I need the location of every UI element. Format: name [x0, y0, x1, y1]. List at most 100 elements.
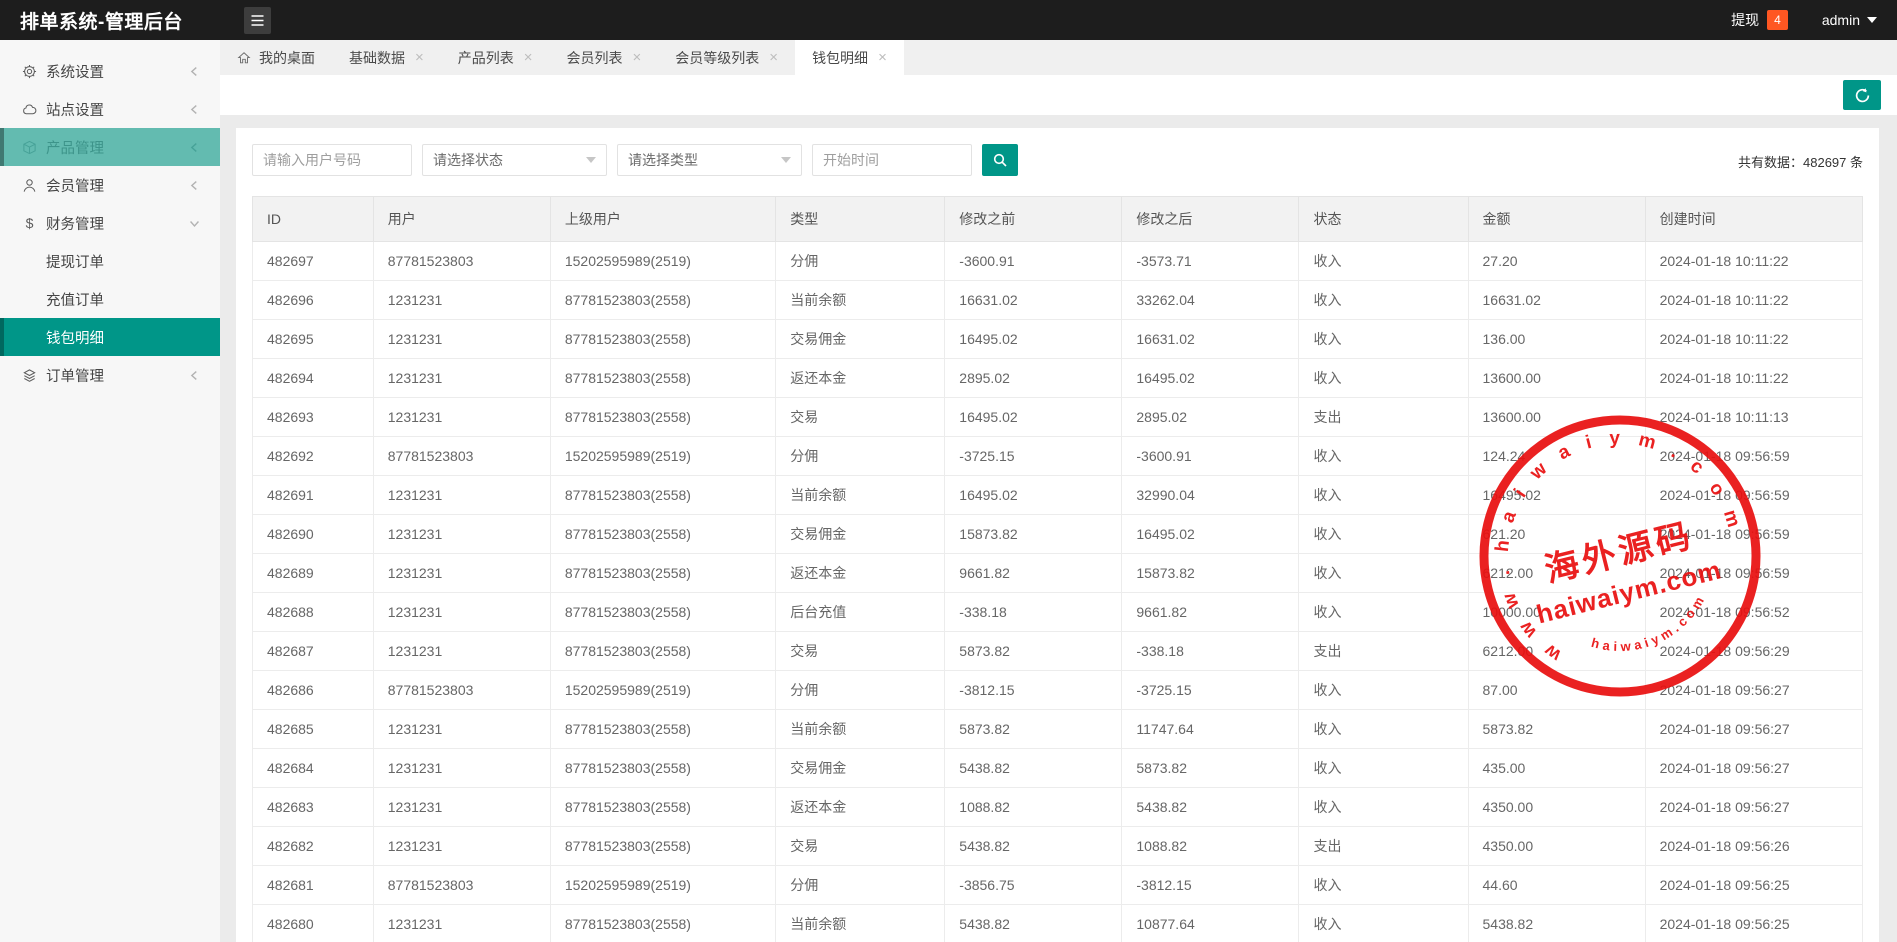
- table-cell: 2024-01-18 09:56:26: [1645, 827, 1862, 866]
- chevron-left-icon: [189, 66, 200, 77]
- table-cell: 2024-01-18 09:56:29: [1645, 632, 1862, 671]
- table-cell: 交易: [776, 398, 945, 437]
- table-cell: 87781523803(2558): [550, 593, 775, 632]
- column-header: 金额: [1468, 197, 1645, 242]
- username: admin: [1822, 12, 1860, 28]
- filter-bar: 请选择状态 请选择类型: [236, 128, 1879, 176]
- content-panel: 请选择状态 请选择类型 共有数据：482697 条 ID用户上级用户类型修改之前…: [236, 128, 1879, 942]
- tab-close-icon[interactable]: ×: [415, 50, 424, 65]
- type-select[interactable]: 请选择类型: [617, 144, 802, 176]
- table-row: 482682123123187781523803(2558)交易5438.821…: [253, 827, 1863, 866]
- table-cell: -3812.15: [945, 671, 1122, 710]
- table-cell: 分佣: [776, 242, 945, 281]
- table-cell: 1231231: [373, 320, 550, 359]
- tab-close-icon[interactable]: ×: [878, 50, 887, 65]
- tab-close-icon[interactable]: ×: [769, 50, 778, 65]
- table-cell: 10000.00: [1468, 593, 1645, 632]
- table-cell: 16495.02: [945, 320, 1122, 359]
- dollar-icon: $: [21, 216, 37, 231]
- sidebar-item-提现订单[interactable]: 提现订单: [0, 242, 220, 280]
- user-menu[interactable]: admin: [1822, 12, 1877, 28]
- table-cell: 13600.00: [1468, 398, 1645, 437]
- sidebar-item-产品管理[interactable]: 产品管理: [0, 128, 220, 166]
- refresh-button[interactable]: [1843, 80, 1881, 110]
- table-cell: 返还本金: [776, 554, 945, 593]
- table-cell: 16495.02: [1122, 359, 1299, 398]
- status-select[interactable]: 请选择状态: [422, 144, 607, 176]
- table-cell: 收入: [1299, 359, 1468, 398]
- hamburger-icon: [250, 14, 265, 27]
- table-cell: 2024-01-18 09:56:25: [1645, 866, 1862, 905]
- withdraw-menu[interactable]: 提现 4: [1731, 10, 1788, 30]
- table-cell: 2024-01-18 09:56:27: [1645, 749, 1862, 788]
- user-id-input[interactable]: [252, 144, 412, 176]
- tab[interactable]: 会员等级列表×: [658, 40, 795, 75]
- table-cell: 2024-01-18 09:56:27: [1645, 710, 1862, 749]
- record-count: 共有数据：482697 条: [1738, 152, 1863, 171]
- table-row: 482687123123187781523803(2558)交易5873.82-…: [253, 632, 1863, 671]
- table-cell: 87781523803(2558): [550, 632, 775, 671]
- table-cell: 当前余额: [776, 281, 945, 320]
- column-header: 状态: [1299, 197, 1468, 242]
- table-cell: 87781523803(2558): [550, 281, 775, 320]
- tab[interactable]: 会员列表×: [550, 40, 659, 75]
- table-row: 482691123123187781523803(2558)当前余额16495.…: [253, 476, 1863, 515]
- sidebar-collapse-button[interactable]: [244, 7, 271, 34]
- tab-close-icon[interactable]: ×: [524, 50, 533, 65]
- tab-label: 钱包明细: [812, 48, 868, 68]
- table-cell: 33262.04: [1122, 281, 1299, 320]
- sidebar-item-系统设置[interactable]: 系统设置: [0, 52, 220, 90]
- search-button[interactable]: [982, 144, 1018, 176]
- table-cell: 87781523803(2558): [550, 827, 775, 866]
- sidebar-item-站点设置[interactable]: 站点设置: [0, 90, 220, 128]
- topbar-right: 提现 4 admin: [1731, 10, 1897, 30]
- tab[interactable]: 我的桌面: [220, 40, 332, 75]
- tab[interactable]: 产品列表 ×: [441, 40, 550, 75]
- tab-label: 我的桌面: [259, 48, 315, 68]
- table-cell: 87781523803: [373, 437, 550, 476]
- table-cell: 482692: [253, 437, 374, 476]
- table-cell: 124.24: [1468, 437, 1645, 476]
- table-cell: 15202595989(2519): [550, 437, 775, 476]
- table-cell: 4350.00: [1468, 788, 1645, 827]
- start-time-input[interactable]: [812, 144, 972, 176]
- tab[interactable]: 基础数据×: [332, 40, 441, 75]
- table-cell: 收入: [1299, 749, 1468, 788]
- table-cell: 87781523803(2558): [550, 398, 775, 437]
- column-header: 上级用户: [550, 197, 775, 242]
- table-cell: 9661.82: [1122, 593, 1299, 632]
- table-cell: 2024-01-18 09:56:59: [1645, 476, 1862, 515]
- sidebar-item-订单管理[interactable]: 订单管理: [0, 356, 220, 394]
- table-cell: 87781523803(2558): [550, 749, 775, 788]
- table-cell: 2024-01-18 09:56:27: [1645, 671, 1862, 710]
- tab-label: 产品列表: [458, 48, 514, 68]
- sidebar-item-会员管理[interactable]: 会员管理: [0, 166, 220, 204]
- orders-icon: [21, 368, 37, 383]
- table-cell: -3812.15: [1122, 866, 1299, 905]
- top-bar: 排单系统-管理后台 提现 4 admin: [0, 0, 1897, 40]
- sidebar-item-钱包明细[interactable]: 钱包明细: [0, 318, 220, 356]
- table-cell: 87781523803: [373, 242, 550, 281]
- wallet-table: ID用户上级用户类型修改之前修改之后状态金额创建时间 4826978778152…: [252, 196, 1863, 942]
- table-cell: -3600.91: [945, 242, 1122, 281]
- table-cell: 87781523803(2558): [550, 359, 775, 398]
- sidebar-item-财务管理[interactable]: $财务管理: [0, 204, 220, 242]
- table-cell: 87781523803(2558): [550, 554, 775, 593]
- tab[interactable]: 钱包明细 ×: [795, 40, 904, 75]
- table-cell: 收入: [1299, 788, 1468, 827]
- table-cell: 收入: [1299, 905, 1468, 942]
- column-header: 修改之前: [945, 197, 1122, 242]
- table-cell: 16495.02: [945, 476, 1122, 515]
- sidebar-item-充值订单[interactable]: 充值订单: [0, 280, 220, 318]
- table-cell: 当前余额: [776, 905, 945, 942]
- sidebar-item-label: 充值订单: [46, 289, 220, 310]
- table-cell: 1231231: [373, 749, 550, 788]
- table-cell: 返还本金: [776, 359, 945, 398]
- table-cell: 87781523803(2558): [550, 788, 775, 827]
- table-cell: 2024-01-18 10:11:13: [1645, 398, 1862, 437]
- gear-icon: [21, 64, 37, 79]
- table-row: 482690123123187781523803(2558)交易佣金15873.…: [253, 515, 1863, 554]
- tab-close-icon[interactable]: ×: [633, 50, 642, 65]
- table-cell: 10877.64: [1122, 905, 1299, 942]
- sidebar-item-label: 系统设置: [46, 61, 189, 82]
